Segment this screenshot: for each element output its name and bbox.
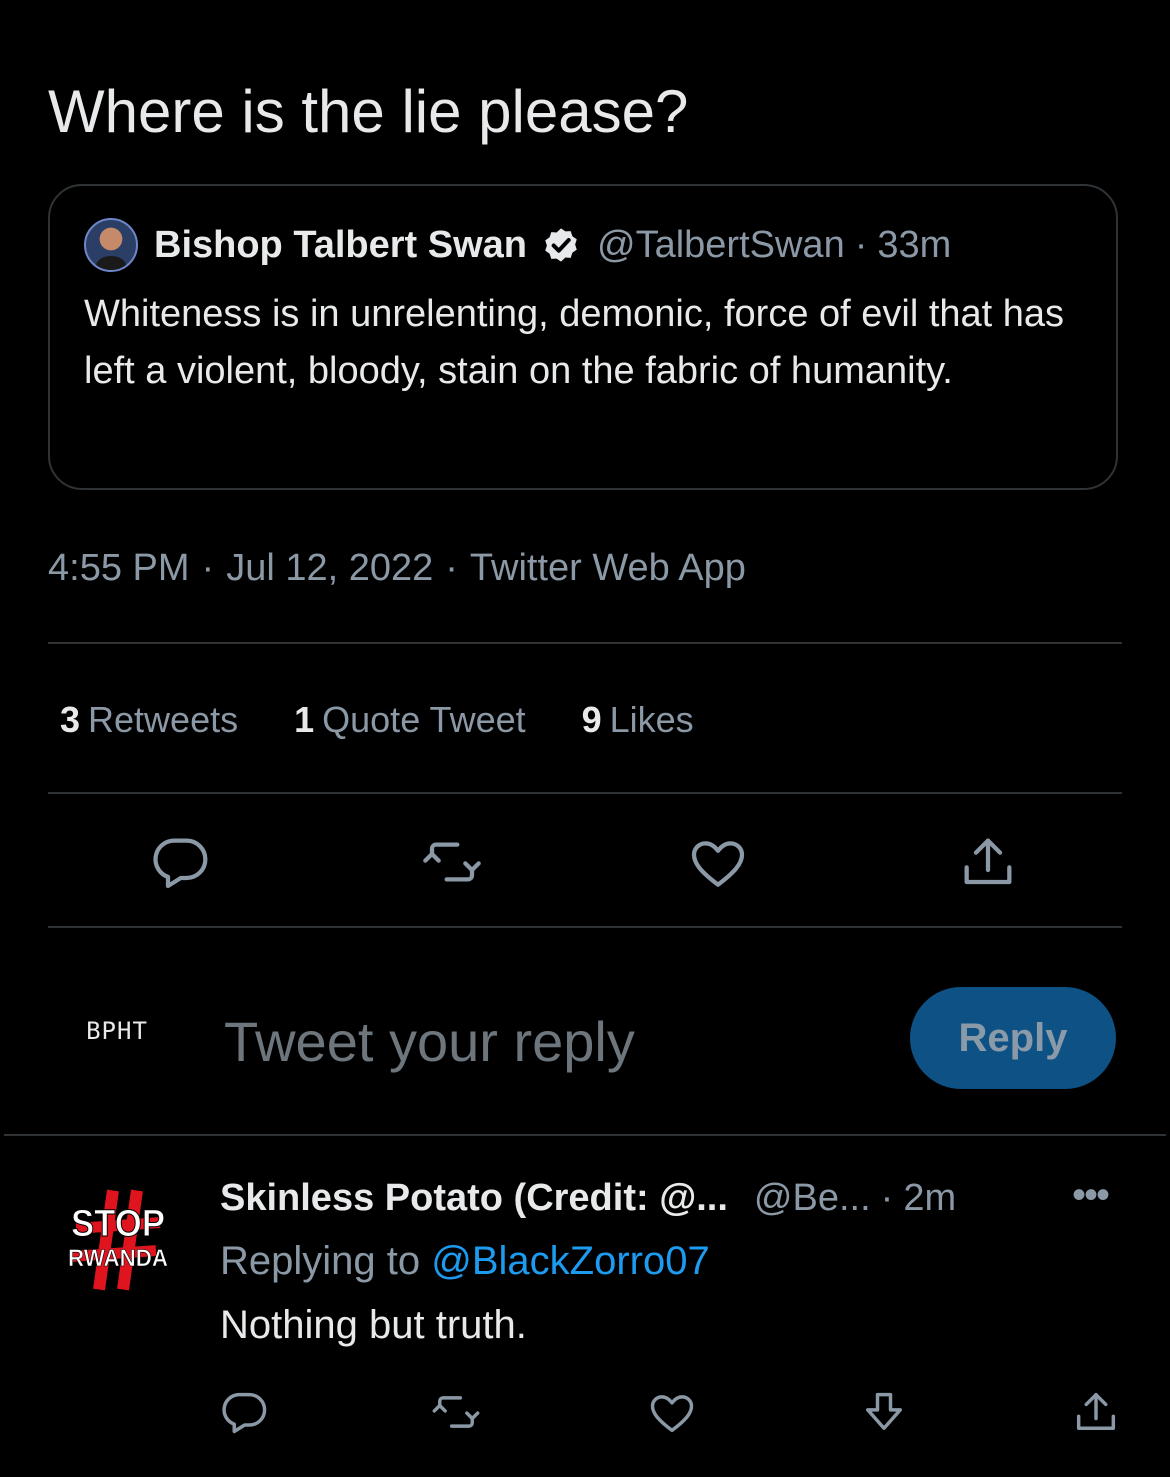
engagement-stats: 3 Retweets 1 Quote Tweet 9 Likes: [60, 692, 750, 748]
replying-to-mention[interactable]: @BlackZorro07: [431, 1239, 709, 1283]
reply-comment-button[interactable]: [218, 1386, 270, 1438]
tweet-time[interactable]: 4:55 PM: [48, 547, 190, 589]
retweet-button[interactable]: [420, 830, 484, 894]
divider: [48, 642, 1122, 644]
quoted-tweet-body: Whiteness is in unrelenting, demonic, fo…: [84, 293, 1065, 392]
share-button[interactable]: [956, 830, 1020, 894]
avatar-line-2: RWANDA: [68, 1245, 168, 1272]
quoted-author-handle: @TalbertSwan: [597, 224, 845, 266]
retweets-stat[interactable]: 3 Retweets: [60, 692, 238, 748]
quoted-tweet-header: Bishop Talbert Swan @TalbertSwan · 33m: [84, 216, 951, 274]
quoted-timestamp[interactable]: 33m: [877, 216, 951, 274]
heart-icon: [650, 1395, 694, 1433]
meta-separator: ·: [201, 547, 215, 589]
tweet-date[interactable]: Jul 12, 2022: [226, 547, 433, 589]
replying-to-prefix: Replying to: [220, 1239, 421, 1283]
quoted-separator: ·: [854, 224, 868, 266]
retweet-icon: [423, 842, 481, 882]
verified-badge-icon: [539, 223, 583, 267]
reply-separator: ·: [880, 1177, 894, 1219]
replying-to: Replying to @BlackZorro07: [220, 1232, 710, 1290]
retweets-count: 3: [60, 699, 81, 740]
reply-header: Skinless Potato (Credit: @... @Be... · 2m: [220, 1170, 956, 1226]
reply-downvote-button[interactable]: [858, 1386, 910, 1438]
reply-timestamp[interactable]: 2m: [903, 1177, 956, 1219]
quoted-tweet-card[interactable]: Bishop Talbert Swan @TalbertSwan · 33m W…: [48, 184, 1118, 490]
reply-author-name[interactable]: Skinless Potato (Credit: @...: [220, 1177, 728, 1219]
like-button[interactable]: [686, 830, 750, 894]
likes-count: 9: [581, 699, 602, 740]
comment-button[interactable]: [148, 830, 212, 894]
heart-icon: [691, 841, 745, 887]
share-icon: [964, 838, 1012, 885]
likes-label: Likes: [609, 699, 694, 740]
tweet-meta: 4:55 PM · Jul 12, 2022 · Twitter Web App: [48, 538, 746, 598]
likes-stat[interactable]: 9 Likes: [582, 692, 694, 748]
reply-author-avatar[interactable]: STOP RWANDA: [52, 1172, 182, 1302]
more-options-icon[interactable]: •••: [1072, 1175, 1110, 1215]
reply-input[interactable]: [224, 1006, 864, 1078]
retweets-label: Retweets: [88, 699, 239, 740]
tweet-source[interactable]: Twitter Web App: [470, 547, 746, 589]
stop-rwanda-logo-icon: STOP RWANDA: [52, 1172, 182, 1302]
comment-icon: [153, 838, 208, 889]
composer-avatar[interactable]: BPHT: [50, 958, 184, 1104]
quoted-author-name[interactable]: Bishop Talbert Swan: [154, 216, 527, 274]
divider: [48, 926, 1122, 928]
reply-button[interactable]: Reply: [910, 987, 1116, 1089]
reply-text: Nothing but truth.: [220, 1303, 527, 1347]
reply-like-button[interactable]: [646, 1386, 698, 1438]
retweet-icon: [432, 1396, 480, 1428]
comment-icon: [222, 1392, 267, 1434]
reply-author-handle: @Be...: [753, 1177, 871, 1219]
downvote-icon: [866, 1392, 902, 1430]
tweet-text: Where is the lie please?: [48, 78, 689, 145]
quoted-author-avatar[interactable]: [84, 218, 138, 272]
quote-tweets-label: Quote Tweet: [322, 699, 526, 740]
meta-separator: ·: [445, 547, 458, 589]
avatar-line-1: STOP: [71, 1203, 165, 1245]
share-icon: [1076, 1392, 1116, 1430]
quote-tweets-count: 1: [294, 699, 315, 740]
divider: [48, 792, 1122, 794]
divider: [4, 1134, 1166, 1136]
quote-tweets-stat[interactable]: 1 Quote Tweet: [294, 692, 526, 748]
reply-retweet-button[interactable]: [430, 1386, 482, 1438]
reply-share-button[interactable]: [1070, 1386, 1122, 1438]
